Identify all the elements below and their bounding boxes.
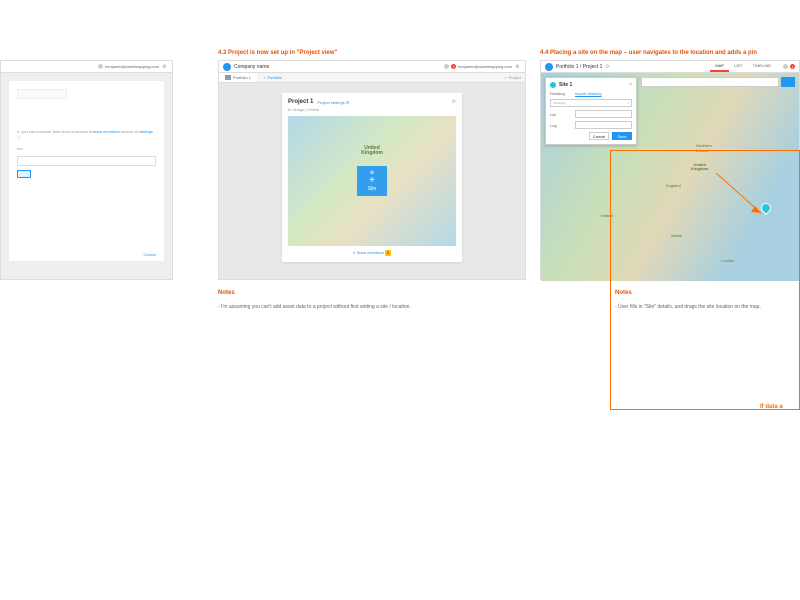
user-icon (98, 64, 103, 69)
site-details-panel: Site 1 × Drawing Import drawing (Drawing… (545, 77, 637, 145)
team-members-link[interactable]: team members (93, 129, 120, 134)
tab-list[interactable]: LIST (729, 61, 747, 72)
tab-map[interactable]: MAP (710, 61, 729, 72)
user-email: benjamin@assetmapping.com (458, 64, 512, 69)
field-label: ers (17, 146, 156, 152)
help-text: s, you can increase their level of acces… (17, 129, 156, 140)
project-status: In design | Online (288, 107, 456, 112)
drawing-select[interactable]: (Drawing)▾ (550, 99, 632, 107)
map-label: Wales (671, 233, 682, 238)
log-label: Log (550, 123, 572, 128)
notes-heading: Notes (615, 290, 632, 296)
site-label: Site (368, 186, 377, 192)
notes-heading: Notes (218, 290, 235, 296)
plus-icon: + (504, 75, 506, 80)
user-icon (783, 64, 788, 69)
plus-icon: + (369, 176, 375, 186)
annotation-text: If data a (760, 404, 783, 410)
cancel-button[interactable]: Cancel (589, 132, 609, 140)
add-project-button[interactable]: Project (509, 75, 521, 80)
panel-map-view: Portfolio 1 / Project 1 ⟳ MAP LIST TIMEL… (540, 60, 800, 280)
tab-add-portfolio[interactable]: + Portfolio (257, 73, 288, 82)
map-search-input[interactable] (641, 77, 779, 87)
team-count-badge: 0 (385, 250, 391, 256)
company-name: Company name (234, 64, 441, 70)
project-settings-link[interactable]: Project settings ⚙ (317, 100, 349, 105)
annotation-arrow (711, 168, 771, 228)
settings-link[interactable]: settings (139, 129, 153, 134)
gear-icon[interactable]: ⚙ (515, 64, 521, 70)
refresh-icon[interactable]: ⟳ (452, 99, 456, 105)
name-input[interactable] (17, 89, 67, 99)
map-label: Ireland (601, 213, 613, 218)
info-icon[interactable]: ⓘ (17, 135, 21, 140)
lat-label: Lat (550, 112, 572, 117)
user-email: benjamin@assetmapping.com (105, 64, 159, 69)
user-icon (444, 64, 449, 69)
map-label: NorthernIreland (696, 143, 712, 153)
plus-icon: + (263, 75, 265, 80)
tab-portfolio-1[interactable]: Portfolio 1 (219, 73, 257, 82)
add-site-button[interactable]: ⊕ + Site (357, 166, 387, 196)
panel-settings-partial: benjamin@assetmapping.com ⚙ s, you can i… (0, 60, 173, 280)
members-input[interactable] (17, 156, 156, 166)
section-title-4-3: 4.3 Project is now set up in "Project vi… (218, 50, 337, 56)
notification-badge[interactable]: 1 (451, 64, 456, 69)
project-map-thumb[interactable]: UnitedKingdom ⊕ + Site (288, 116, 456, 246)
drawing-label: Drawing (550, 91, 572, 96)
save-button[interactable]: Save (612, 132, 632, 140)
project-card[interactable]: Project 1 Project settings ⚙ ⟳ In design… (282, 93, 462, 262)
close-icon[interactable]: × (629, 82, 632, 88)
panel-project-view: Company name 1 benjamin@assetmapping.com… (218, 60, 526, 280)
breadcrumb[interactable]: Portfolio 1 / Project 1 (556, 64, 602, 70)
user-menu[interactable]: 1 (783, 64, 795, 69)
import-drawing-link[interactable]: Import drawing (575, 91, 601, 96)
team-members-link[interactable]: 0 Team members 0 (288, 246, 456, 256)
folder-icon (225, 75, 231, 80)
map-search-button[interactable] (781, 77, 795, 87)
user-menu[interactable]: 1 benjamin@assetmapping.com (444, 64, 512, 69)
note-text: - User fills in "Site" details, and drag… (615, 304, 761, 310)
log-input[interactable] (575, 121, 632, 129)
map-label-uk: UnitedKingdom (361, 146, 383, 156)
map-label: UnitedKingdom (691, 163, 708, 171)
tab-timeline[interactable]: TIMELINE (748, 61, 776, 72)
refresh-icon[interactable]: ⟳ (605, 64, 609, 70)
app-logo-icon[interactable] (545, 63, 553, 71)
map-label: England (666, 183, 681, 188)
pin-icon (550, 82, 556, 88)
section-title-4-4: 4.4 Placing a site on the map – user nav… (540, 50, 757, 56)
lat-input[interactable] (575, 110, 632, 118)
app-logo-icon[interactable] (223, 63, 231, 71)
user-menu[interactable]: benjamin@assetmapping.com (98, 64, 159, 69)
map-label: London (721, 258, 734, 263)
project-title: Project 1 (288, 99, 313, 105)
cancel-link[interactable]: Cancel (144, 252, 156, 257)
note-text: - I'm assuming you can't add asset data … (218, 304, 411, 310)
add-button[interactable] (17, 170, 31, 178)
chevron-down-icon: ▾ (627, 101, 629, 105)
notification-badge[interactable]: 1 (790, 64, 795, 69)
site-pin[interactable] (759, 201, 773, 215)
gear-icon[interactable]: ⚙ (162, 64, 168, 70)
site-title: Site 1 (559, 82, 626, 88)
